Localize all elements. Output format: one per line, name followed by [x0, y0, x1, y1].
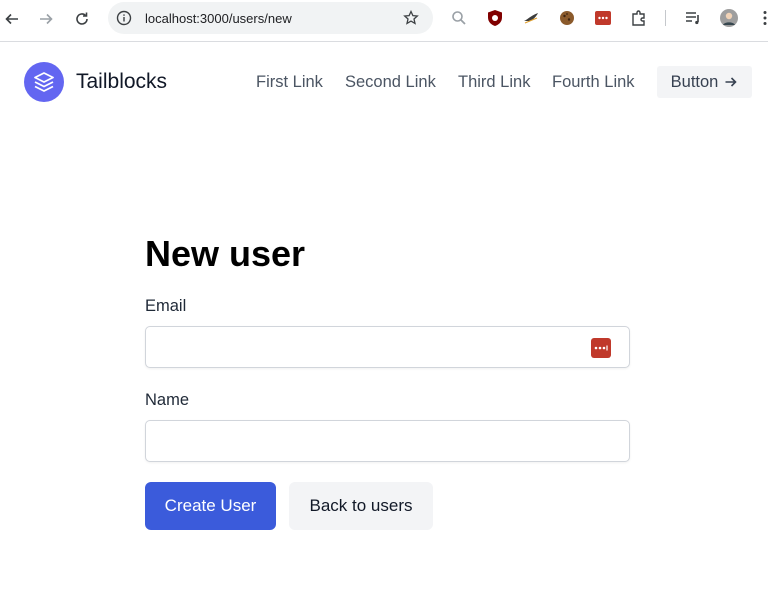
- address-bar[interactable]: localhost:3000/users/new: [108, 2, 433, 34]
- page-title: New user: [145, 233, 306, 274]
- email-field[interactable]: [146, 327, 629, 367]
- ublock-extension-icon[interactable]: [485, 8, 505, 28]
- tailblocks-logo-icon[interactable]: [24, 62, 64, 102]
- extension-wing-icon[interactable]: [521, 8, 541, 28]
- cookie-extension-icon[interactable]: [557, 8, 577, 28]
- password-autofill-icon[interactable]: [591, 338, 611, 358]
- back-arrow-icon[interactable]: [0, 7, 24, 31]
- browser-toolbar: localhost:3000/users/new: [0, 0, 768, 42]
- site-info-icon[interactable]: [116, 10, 132, 26]
- header-button[interactable]: Button: [657, 66, 752, 98]
- site-header: Tailblocks First Link Second Link Third …: [0, 42, 768, 122]
- email-label: Email: [145, 297, 187, 315]
- nav-link-third[interactable]: Third Link: [458, 73, 530, 92]
- puzzle-extensions-icon[interactable]: [629, 8, 649, 28]
- browser-menu-icon[interactable]: [755, 8, 768, 28]
- nav-link-fourth[interactable]: Fourth Link: [552, 73, 635, 92]
- name-field[interactable]: [146, 421, 629, 461]
- reload-icon[interactable]: [70, 7, 94, 31]
- url-text[interactable]: localhost:3000/users/new: [145, 11, 292, 26]
- search-icon[interactable]: [449, 8, 469, 28]
- create-user-button[interactable]: Create User: [145, 482, 276, 530]
- profile-avatar[interactable]: [719, 8, 739, 28]
- nav-link-first[interactable]: First Link: [256, 73, 323, 92]
- header-button-label: Button: [670, 72, 719, 91]
- email-field-wrapper[interactable]: [145, 326, 630, 368]
- forward-arrow-icon[interactable]: [34, 7, 58, 31]
- nav-link-second[interactable]: Second Link: [345, 73, 436, 92]
- name-field-wrapper[interactable]: [145, 420, 630, 462]
- name-label: Name: [145, 391, 190, 409]
- toolbar-divider: [665, 10, 666, 26]
- bookmark-star-icon[interactable]: [403, 10, 419, 26]
- password-manager-icon[interactable]: [593, 8, 613, 28]
- arrow-right-icon: [725, 77, 737, 87]
- brand-name[interactable]: Tailblocks: [76, 70, 167, 94]
- back-to-users-button[interactable]: Back to users: [289, 482, 433, 530]
- media-queue-icon[interactable]: [683, 8, 703, 28]
